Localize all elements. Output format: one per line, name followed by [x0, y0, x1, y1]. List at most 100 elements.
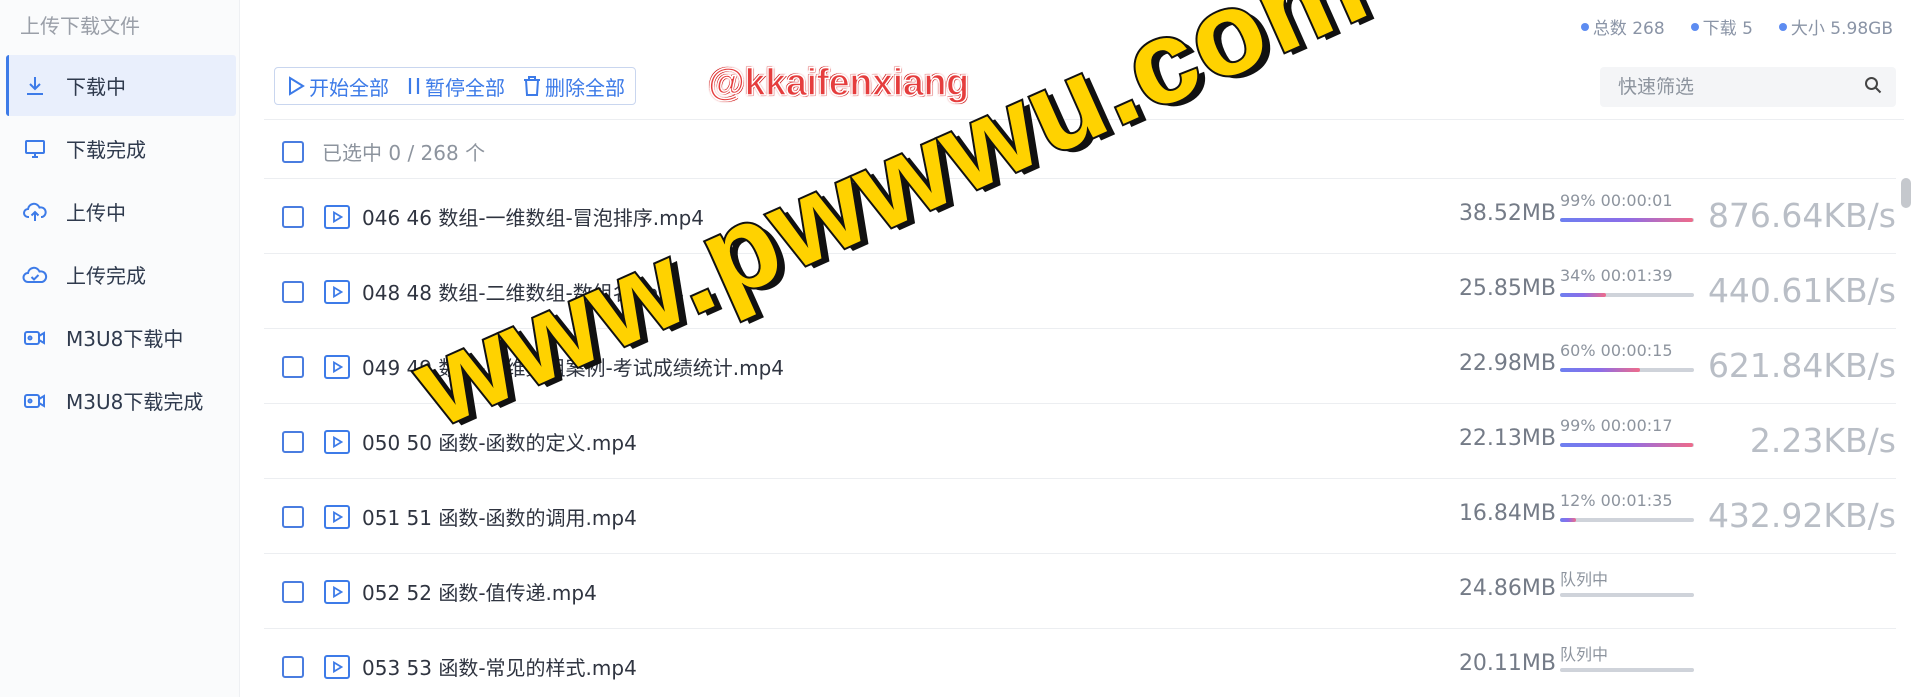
sidebar-item-label: M3U8下载完成: [66, 390, 204, 414]
row-checkbox[interactable]: [282, 431, 304, 453]
file-name: 052 52 函数-值传递.mp4: [362, 581, 597, 605]
progress-status: 99% 00:00:17: [1560, 416, 1673, 435]
progress-bar: [1560, 218, 1694, 222]
video-camera-icon: [20, 386, 50, 416]
dot-icon: [1778, 22, 1787, 31]
search-input[interactable]: [1618, 76, 1864, 98]
delete-all-button[interactable]: 删除全部: [523, 72, 625, 101]
search-box: [1600, 67, 1896, 107]
video-file-icon: [324, 355, 350, 379]
row-checkbox[interactable]: [282, 581, 304, 603]
table-row[interactable]: 051 51 函数-函数的调用.mp4 16.84MB 12% 00:01:35…: [264, 478, 1896, 553]
file-size: 22.13MB: [1458, 426, 1556, 451]
watermark-tag: @kkaifenxiang: [707, 61, 970, 105]
pause-all-label: 暂停全部: [425, 75, 505, 100]
scrollbar[interactable]: [1901, 178, 1911, 208]
selection-header: 已选中 0 / 268 个: [282, 137, 485, 166]
stat-total-label: 总数 268: [1592, 19, 1665, 39]
sidebar: 上传下载文件 下载中 下载完成 上传中 上传完成 M3U8下载中 M3U8下载完…: [0, 0, 240, 697]
toolbar: 开始全部 暂停全部 删除全部: [274, 67, 636, 105]
sidebar-item-m3u8-downloaded[interactable]: M3U8下载完成: [6, 370, 236, 431]
stat-size: 大小 5.98GB: [1778, 14, 1893, 39]
divider: [264, 119, 1904, 120]
sidebar-item-label: 下载完成: [66, 138, 146, 162]
progress-status: 99% 00:00:01: [1560, 191, 1673, 210]
download-speed: 2.23KB/s: [1749, 421, 1896, 460]
delete-all-label: 删除全部: [545, 75, 625, 100]
pause-all-button[interactable]: 暂停全部: [407, 72, 505, 101]
video-camera-icon: [20, 323, 50, 353]
video-file-icon: [324, 205, 350, 229]
row-checkbox[interactable]: [282, 506, 304, 528]
sidebar-item-m3u8-downloading[interactable]: M3U8下载中: [6, 307, 236, 368]
progress-fill: [1560, 518, 1577, 522]
progress-bar: [1560, 443, 1694, 447]
table-row[interactable]: 053 53 函数-常见的样式.mp4 20.11MB 队列中: [264, 628, 1896, 697]
download-speed: 440.61KB/s: [1707, 271, 1896, 310]
file-size: 20.11MB: [1458, 651, 1556, 676]
stat-downloading: 下载 5: [1690, 14, 1753, 39]
file-size: 38.52MB: [1458, 201, 1556, 226]
video-file-icon: [324, 505, 350, 529]
start-all-button[interactable]: 开始全部: [287, 72, 389, 101]
progress-bar: [1560, 518, 1694, 522]
table-row[interactable]: 050 50 函数-函数的定义.mp4 22.13MB 99% 00:00:17…: [264, 403, 1896, 478]
file-size: 22.98MB: [1458, 351, 1556, 376]
file-size: 16.84MB: [1458, 501, 1556, 526]
progress-fill: [1560, 443, 1693, 447]
video-file-icon: [324, 580, 350, 604]
stats-bar: 总数 268 下载 5 大小 5.98GB: [1580, 14, 1893, 39]
progress-status: 队列中: [1560, 645, 1609, 664]
sidebar-item-label: 上传中: [66, 201, 126, 225]
sidebar-item-downloaded[interactable]: 下载完成: [6, 118, 236, 179]
cloud-check-icon: [20, 260, 50, 290]
progress-fill: [1560, 218, 1693, 222]
file-name: 046 46 数组-一维数组-冒泡排序.mp4: [362, 206, 705, 230]
row-checkbox[interactable]: [282, 356, 304, 378]
sidebar-item-downloading[interactable]: 下载中: [6, 55, 236, 116]
stat-downloading-label: 下载 5: [1702, 19, 1753, 39]
table-row[interactable]: 049 49 数组-二维数组案例-考试成绩统计.mp4 22.98MB 60% …: [264, 328, 1896, 403]
file-list: 046 46 数组-一维数组-冒泡排序.mp4 38.52MB 99% 00:0…: [264, 178, 1896, 697]
selection-count: 已选中 0 / 268 个: [322, 141, 486, 165]
progress-status: 队列中: [1560, 570, 1609, 589]
trash-icon: [524, 76, 540, 96]
dot-icon: [1690, 22, 1699, 31]
sidebar-item-label: 上传完成: [66, 264, 146, 288]
video-file-icon: [324, 430, 350, 454]
video-file-icon: [324, 655, 350, 679]
progress-status: 60% 00:00:15: [1560, 341, 1673, 360]
progress-bar: [1560, 293, 1694, 297]
sidebar-title: 上传下载文件: [20, 14, 140, 38]
row-checkbox[interactable]: [282, 656, 304, 678]
row-checkbox[interactable]: [282, 281, 304, 303]
dot-icon: [1580, 22, 1589, 31]
file-name: 050 50 函数-函数的定义.mp4: [362, 431, 637, 455]
table-row[interactable]: 048 48 数组-二维数组-数组名.mp4 25.85MB 34% 00:01…: [264, 253, 1896, 328]
play-icon: [289, 76, 305, 96]
download-speed: 432.92KB/s: [1707, 496, 1896, 535]
progress-bar: [1560, 668, 1694, 672]
monitor-icon: [20, 134, 50, 164]
download-speed: 621.84KB/s: [1707, 346, 1896, 385]
table-row[interactable]: 046 46 数组-一维数组-冒泡排序.mp4 38.52MB 99% 00:0…: [264, 178, 1896, 253]
sidebar-item-label: 下载中: [66, 75, 126, 99]
file-name: 048 48 数组-二维数组-数组名.mp4: [362, 281, 685, 305]
table-row[interactable]: 052 52 函数-值传递.mp4 24.86MB 队列中: [264, 553, 1896, 628]
sidebar-item-uploading[interactable]: 上传中: [6, 181, 236, 242]
video-file-icon: [324, 280, 350, 304]
file-name: 053 53 函数-常见的样式.mp4: [362, 656, 637, 680]
progress-status: 34% 00:01:39: [1560, 266, 1673, 285]
cloud-upload-icon: [20, 197, 50, 227]
progress-bar: [1560, 368, 1694, 372]
download-speed: 876.64KB/s: [1707, 196, 1896, 235]
stat-total: 总数 268: [1580, 14, 1665, 39]
file-name: 051 51 函数-函数的调用.mp4: [362, 506, 637, 530]
progress-bar: [1560, 593, 1694, 597]
sidebar-item-uploaded[interactable]: 上传完成: [6, 244, 236, 305]
search-icon[interactable]: [1864, 76, 1882, 98]
row-checkbox[interactable]: [282, 206, 304, 228]
pause-icon: [408, 78, 420, 94]
select-all-checkbox[interactable]: [282, 140, 304, 163]
sidebar-item-label: M3U8下载中: [66, 327, 184, 351]
